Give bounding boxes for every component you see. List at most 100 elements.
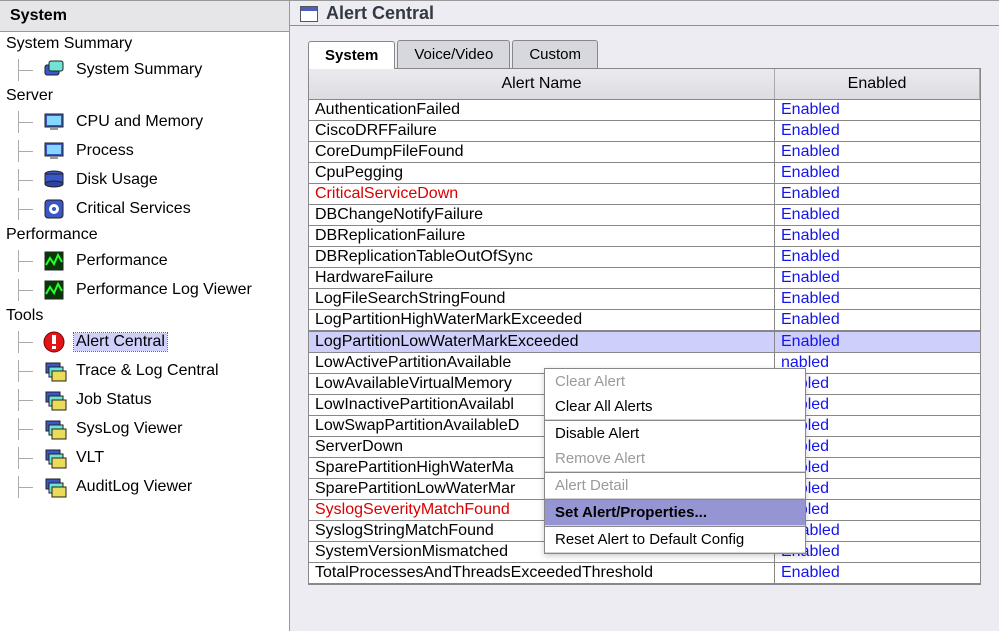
tree-item-label: AuditLog Viewer <box>74 478 194 496</box>
nav-tree: System Summary System Summary ServerCPU an… <box>0 32 289 509</box>
tree-connector <box>18 140 36 162</box>
stack-icon <box>42 359 68 383</box>
table-row[interactable]: DBReplicationTableOutOfSyncEnabled <box>309 247 980 268</box>
table-row[interactable]: DBChangeNotifyFailureEnabled <box>309 205 980 226</box>
table-row[interactable]: CoreDumpFileFoundEnabled <box>309 142 980 163</box>
enabled-cell: Enabled <box>775 268 980 288</box>
enabled-cell: Enabled <box>775 247 980 267</box>
tree-group[interactable]: Performance <box>2 223 287 246</box>
tree-item-label: Job Status <box>74 391 154 409</box>
enabled-cell: Enabled <box>775 163 980 183</box>
menu-item-alert-detail: Alert Detail <box>545 473 805 499</box>
gear-icon <box>42 197 68 221</box>
tree-group[interactable]: Tools <box>2 304 287 327</box>
tab-voice-video[interactable]: Voice/Video <box>397 40 510 68</box>
tree-item-system-summary[interactable]: System Summary <box>2 55 287 84</box>
summary-icon <box>42 58 68 82</box>
tree-item-alert-central[interactable]: Alert Central <box>2 327 287 356</box>
menu-item-disable-alert[interactable]: Disable Alert <box>545 421 805 446</box>
table-row[interactable]: LogPartitionHighWaterMarkExceededEnabled <box>309 310 980 331</box>
tree-item-label: Disk Usage <box>74 171 160 189</box>
tree-item-label: Trace & Log Central <box>74 362 221 380</box>
tree-item-trace-log-central[interactable]: Trace & Log Central <box>2 356 287 385</box>
tree-connector <box>18 250 36 272</box>
tree-item-job-status[interactable]: Job Status <box>2 385 287 414</box>
tree-item-critical-services[interactable]: Critical Services <box>2 194 287 223</box>
tree-item-label: Performance <box>74 252 170 270</box>
stack-icon <box>42 475 68 499</box>
tree-connector <box>18 59 36 81</box>
tree-group[interactable]: System Summary <box>2 32 287 55</box>
tree-item-performance-log-viewer[interactable]: Performance Log Viewer <box>2 275 287 304</box>
alert-name-cell: CiscoDRFFailure <box>309 121 775 141</box>
tree-item-vlt[interactable]: VLT <box>2 443 287 472</box>
menu-item-clear-all-alerts[interactable]: Clear All Alerts <box>545 394 805 420</box>
tree-item-label: Performance Log Viewer <box>74 281 254 299</box>
alert-name-cell: LogPartitionLowWaterMarkExceeded <box>309 332 775 352</box>
stack-icon <box>42 388 68 412</box>
window-icon <box>300 6 318 22</box>
alert-name-cell: LogPartitionHighWaterMarkExceeded <box>309 310 775 330</box>
tree-connector <box>18 360 36 382</box>
tab-system[interactable]: System <box>308 41 395 69</box>
alert-name-cell: HardwareFailure <box>309 268 775 288</box>
tree-item-disk-usage[interactable]: Disk Usage <box>2 165 287 194</box>
tree-item-label: SysLog Viewer <box>74 420 184 438</box>
tree-connector <box>18 331 36 353</box>
alert-name-cell: CpuPegging <box>309 163 775 183</box>
monitor-icon <box>42 110 68 134</box>
table-row[interactable]: TotalProcessesAndThreadsExceededThreshol… <box>309 563 980 584</box>
col-enabled[interactable]: Enabled <box>775 69 980 99</box>
tabs: SystemVoice/VideoCustom <box>290 26 999 68</box>
tree-item-syslog-viewer[interactable]: SysLog Viewer <box>2 414 287 443</box>
tree-item-label: System Summary <box>74 61 204 79</box>
tree-connector <box>18 198 36 220</box>
menu-item-clear-alert: Clear Alert <box>545 369 805 394</box>
perf-icon <box>42 249 68 273</box>
enabled-cell: Enabled <box>775 289 980 309</box>
enabled-cell: Enabled <box>775 205 980 225</box>
menu-item-remove-alert: Remove Alert <box>545 446 805 472</box>
col-alert-name[interactable]: Alert Name <box>309 69 775 99</box>
context-menu: Clear AlertClear All AlertsDisable Alert… <box>544 368 806 554</box>
alert-name-cell: DBReplicationTableOutOfSync <box>309 247 775 267</box>
tree-item-label: Alert Central <box>74 333 167 351</box>
table-row[interactable]: HardwareFailureEnabled <box>309 268 980 289</box>
table-row[interactable]: LogFileSearchStringFoundEnabled <box>309 289 980 310</box>
sidebar: System System Summary System Summary Serve… <box>0 0 290 631</box>
table-row[interactable]: LogPartitionLowWaterMarkExceededEnabled <box>309 331 980 353</box>
menu-item-set-alert-properties[interactable]: Set Alert/Properties... <box>545 500 805 526</box>
tree-connector <box>18 476 36 498</box>
stack-icon <box>42 417 68 441</box>
table-row[interactable]: CpuPeggingEnabled <box>309 163 980 184</box>
tree-item-performance[interactable]: Performance <box>2 246 287 275</box>
enabled-cell: Enabled <box>775 100 980 120</box>
sidebar-header: System <box>0 0 289 32</box>
tab-custom[interactable]: Custom <box>512 40 598 68</box>
enabled-cell: Enabled <box>775 332 980 352</box>
tree-item-label: Critical Services <box>74 200 193 218</box>
tree-group[interactable]: Server <box>2 84 287 107</box>
tree-connector <box>18 279 36 301</box>
tree-item-label: Process <box>74 142 136 160</box>
enabled-cell: Enabled <box>775 142 980 162</box>
tree-item-cpu-and-memory[interactable]: CPU and Memory <box>2 107 287 136</box>
tree-item-process[interactable]: Process <box>2 136 287 165</box>
enabled-cell: Enabled <box>775 310 980 330</box>
alert-name-cell: DBReplicationFailure <box>309 226 775 246</box>
table-row[interactable]: AuthenticationFailedEnabled <box>309 100 980 121</box>
table-row[interactable]: CriticalServiceDownEnabled <box>309 184 980 205</box>
table-row[interactable]: DBReplicationFailureEnabled <box>309 226 980 247</box>
tree-connector <box>18 447 36 469</box>
main-title: Alert Central <box>326 3 434 24</box>
table-row[interactable]: CiscoDRFFailureEnabled <box>309 121 980 142</box>
enabled-cell: Enabled <box>775 226 980 246</box>
table-header: Alert Name Enabled <box>309 69 980 100</box>
menu-item-reset-alert-to-default-config[interactable]: Reset Alert to Default Config <box>545 527 805 553</box>
tree-connector <box>18 169 36 191</box>
tree-item-label: VLT <box>74 449 106 467</box>
monitor-icon <box>42 139 68 163</box>
perf-icon <box>42 278 68 302</box>
alert-name-cell: AuthenticationFailed <box>309 100 775 120</box>
tree-item-auditlog-viewer[interactable]: AuditLog Viewer <box>2 472 287 501</box>
